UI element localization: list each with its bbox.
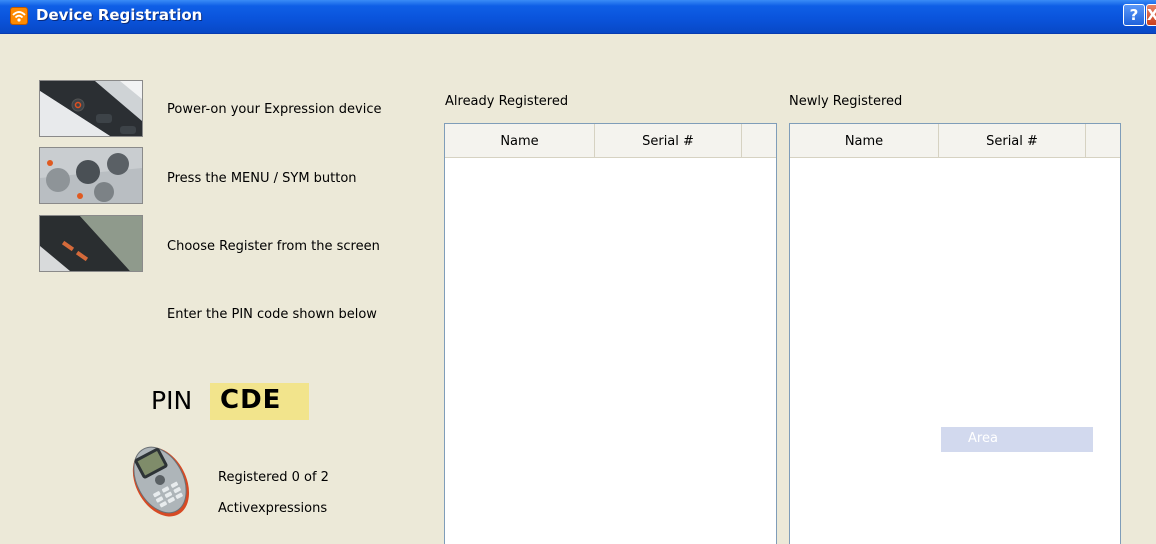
area-label: Area	[968, 431, 998, 446]
column-header-name[interactable]: Name	[790, 124, 939, 157]
registration-device-type: Activexpressions	[218, 501, 328, 516]
registration-count: Registered 0 of 2	[218, 470, 329, 485]
step-choose-register: Choose Register from the screen	[167, 239, 380, 254]
wifi-icon	[10, 7, 28, 25]
device-power-photo	[39, 80, 143, 137]
pin-code: CDE	[220, 385, 282, 415]
pin-label: PIN	[151, 386, 193, 415]
window-title: Device Registration	[36, 6, 203, 24]
step-enter-pin: Enter the PIN code shown below	[167, 307, 377, 322]
column-header-serial[interactable]: Serial #	[595, 124, 742, 157]
device-screen-photo	[39, 215, 143, 272]
device-menu-photo	[39, 147, 143, 204]
column-header-name[interactable]: Name	[445, 124, 595, 157]
newly-registered-title: Newly Registered	[789, 94, 903, 109]
title-bar: Device Registration ? X	[0, 0, 1156, 34]
area-overlay	[941, 427, 1093, 452]
list-header: Name Serial #	[790, 124, 1120, 158]
column-header-serial[interactable]: Serial #	[939, 124, 1086, 157]
list-header: Name Serial #	[445, 124, 776, 158]
step-power-on: Power-on your Expression device	[167, 102, 382, 117]
newly-registered-list[interactable]: Name Serial #	[789, 123, 1121, 544]
step-press-menu: Press the MENU / SYM button	[167, 171, 357, 186]
help-icon: ?	[1129, 6, 1139, 24]
help-button[interactable]: ?	[1123, 4, 1145, 26]
already-registered-title: Already Registered	[445, 94, 569, 109]
close-icon: X	[1147, 6, 1156, 24]
close-button[interactable]: X	[1146, 4, 1156, 26]
already-registered-list[interactable]: Name Serial #	[444, 123, 777, 544]
handset-icon	[120, 438, 200, 526]
